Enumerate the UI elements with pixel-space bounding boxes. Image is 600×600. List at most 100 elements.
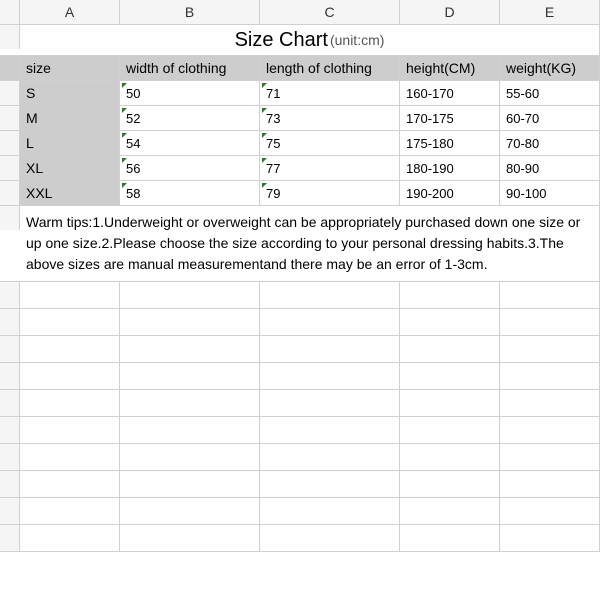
row-header[interactable] — [0, 56, 20, 80]
weight-cell[interactable]: 70-80 — [500, 131, 600, 155]
row-header[interactable] — [0, 336, 20, 362]
empty-cell[interactable] — [260, 444, 400, 470]
row-header[interactable] — [0, 471, 20, 497]
col-header-c[interactable]: C — [260, 0, 400, 24]
header-weight[interactable]: weight(KG) — [500, 56, 600, 80]
empty-cell[interactable] — [20, 363, 120, 389]
title-cell[interactable]: Size Chart (unit:cm) — [20, 25, 600, 55]
size-cell[interactable]: S — [20, 81, 120, 105]
empty-cell[interactable] — [20, 498, 120, 524]
row-header[interactable] — [0, 390, 20, 416]
length-cell[interactable]: 75 — [260, 131, 400, 155]
row-header[interactable] — [0, 525, 20, 551]
empty-cell[interactable] — [260, 417, 400, 443]
empty-cell[interactable] — [500, 444, 600, 470]
length-cell[interactable]: 73 — [260, 106, 400, 130]
empty-cell[interactable] — [260, 525, 400, 551]
col-header-a[interactable]: A — [20, 0, 120, 24]
col-header-d[interactable]: D — [400, 0, 500, 24]
empty-cell[interactable] — [120, 525, 260, 551]
empty-cell[interactable] — [120, 390, 260, 416]
header-width[interactable]: width of clothing — [120, 56, 260, 80]
empty-cell[interactable] — [400, 444, 500, 470]
tips-cell[interactable]: Warm tips:1.Underweight or overweight ca… — [20, 206, 600, 281]
weight-cell[interactable]: 80-90 — [500, 156, 600, 180]
empty-cell[interactable] — [20, 444, 120, 470]
header-size[interactable]: size — [20, 56, 120, 80]
empty-cell[interactable] — [120, 417, 260, 443]
header-height[interactable]: height(CM) — [400, 56, 500, 80]
size-cell[interactable]: M — [20, 106, 120, 130]
row-header[interactable] — [0, 206, 20, 230]
empty-cell[interactable] — [400, 282, 500, 308]
weight-cell[interactable]: 60-70 — [500, 106, 600, 130]
width-cell[interactable]: 54 — [120, 131, 260, 155]
height-cell[interactable]: 170-175 — [400, 106, 500, 130]
empty-cell[interactable] — [260, 390, 400, 416]
header-length[interactable]: length of clothing — [260, 56, 400, 80]
empty-cell[interactable] — [400, 498, 500, 524]
row-header[interactable] — [0, 156, 20, 180]
col-header-b[interactable]: B — [120, 0, 260, 24]
row-header[interactable] — [0, 181, 20, 205]
size-cell[interactable]: XL — [20, 156, 120, 180]
empty-cell[interactable] — [500, 525, 600, 551]
empty-cell[interactable] — [120, 471, 260, 497]
height-cell[interactable]: 180-190 — [400, 156, 500, 180]
row-header[interactable] — [0, 363, 20, 389]
empty-cell[interactable] — [400, 417, 500, 443]
row-header[interactable] — [0, 81, 20, 105]
empty-cell[interactable] — [400, 309, 500, 335]
height-cell[interactable]: 160-170 — [400, 81, 500, 105]
empty-cell[interactable] — [120, 363, 260, 389]
empty-cell[interactable] — [500, 498, 600, 524]
col-header-e[interactable]: E — [500, 0, 600, 24]
empty-cell[interactable] — [400, 525, 500, 551]
weight-cell[interactable]: 55-60 — [500, 81, 600, 105]
size-cell[interactable]: L — [20, 131, 120, 155]
length-cell[interactable]: 79 — [260, 181, 400, 205]
width-cell[interactable]: 50 — [120, 81, 260, 105]
empty-cell[interactable] — [400, 390, 500, 416]
length-cell[interactable]: 77 — [260, 156, 400, 180]
row-header[interactable] — [0, 131, 20, 155]
row-header[interactable] — [0, 106, 20, 130]
empty-cell[interactable] — [20, 309, 120, 335]
empty-cell[interactable] — [20, 525, 120, 551]
width-cell[interactable]: 58 — [120, 181, 260, 205]
corner-cell[interactable] — [0, 0, 20, 24]
height-cell[interactable]: 175-180 — [400, 131, 500, 155]
row-header[interactable] — [0, 282, 20, 308]
empty-cell[interactable] — [20, 417, 120, 443]
empty-cell[interactable] — [500, 309, 600, 335]
row-header[interactable] — [0, 498, 20, 524]
row-header[interactable] — [0, 417, 20, 443]
empty-cell[interactable] — [120, 336, 260, 362]
empty-cell[interactable] — [260, 309, 400, 335]
empty-cell[interactable] — [500, 417, 600, 443]
height-cell[interactable]: 190-200 — [400, 181, 500, 205]
empty-cell[interactable] — [500, 471, 600, 497]
empty-cell[interactable] — [500, 282, 600, 308]
empty-cell[interactable] — [400, 363, 500, 389]
empty-cell[interactable] — [20, 336, 120, 362]
size-cell[interactable]: XXL — [20, 181, 120, 205]
empty-cell[interactable] — [120, 498, 260, 524]
empty-cell[interactable] — [20, 390, 120, 416]
width-cell[interactable]: 52 — [120, 106, 260, 130]
empty-cell[interactable] — [260, 363, 400, 389]
row-header[interactable] — [0, 25, 20, 49]
width-cell[interactable]: 56 — [120, 156, 260, 180]
empty-cell[interactable] — [260, 282, 400, 308]
empty-cell[interactable] — [260, 498, 400, 524]
empty-cell[interactable] — [120, 282, 260, 308]
row-header[interactable] — [0, 309, 20, 335]
empty-cell[interactable] — [260, 471, 400, 497]
empty-cell[interactable] — [500, 336, 600, 362]
length-cell[interactable]: 71 — [260, 81, 400, 105]
empty-cell[interactable] — [120, 309, 260, 335]
row-header[interactable] — [0, 444, 20, 470]
empty-cell[interactable] — [260, 336, 400, 362]
empty-cell[interactable] — [20, 471, 120, 497]
empty-cell[interactable] — [400, 336, 500, 362]
